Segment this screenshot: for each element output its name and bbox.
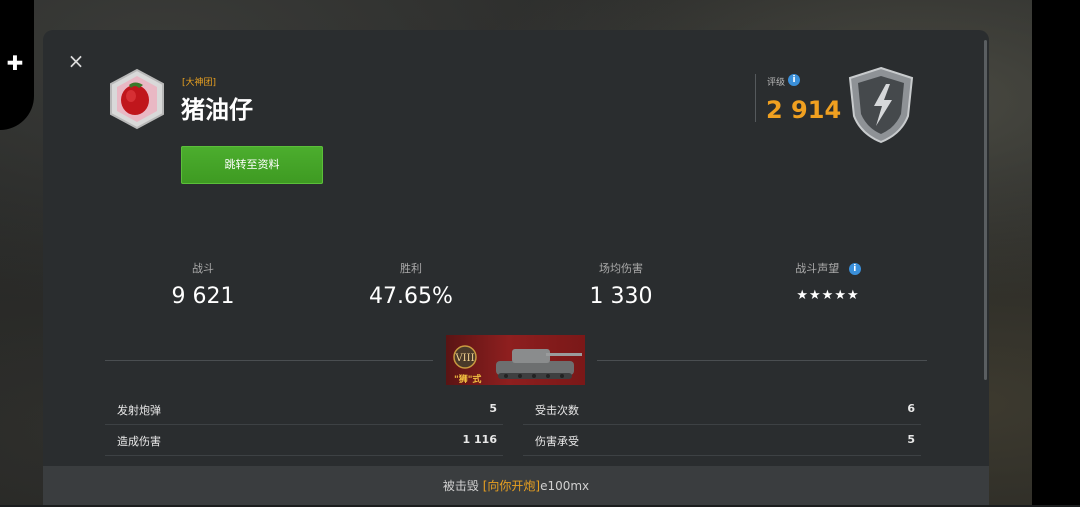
clan-tag: [大神团]: [182, 78, 217, 88]
reputation-stars: ★★★★★: [796, 288, 860, 303]
detail-value: 1 116: [462, 433, 497, 446]
rating-value: 2 914: [766, 96, 842, 124]
stat-value: 1 330: [589, 284, 653, 309]
detail-value: 5: [907, 433, 915, 446]
stat-label: 战斗声望: [795, 262, 840, 275]
rating-shield-badge-icon: [848, 66, 914, 144]
stat-battle-reputation: 战斗声望 i ★★★★★: [728, 260, 928, 303]
rating-info-icon[interactable]: i: [788, 74, 800, 86]
stats-summary: 战斗 9 621 胜利 47.65% 场均伤害 1 330 战斗声望 i ★★★…: [103, 260, 943, 320]
screen-edge: [1032, 0, 1080, 505]
footer-player: e100mx: [540, 479, 590, 493]
scrollbar[interactable]: [984, 40, 987, 380]
stat-victories: 胜利 47.65%: [311, 260, 511, 309]
tier-emblem-icon: VIII: [453, 345, 477, 369]
detail-row: 造成伤害 1 116: [105, 425, 503, 456]
divider: [105, 360, 433, 361]
stat-label: 战斗: [192, 262, 214, 275]
player-card-panel: × [大神团] 猪油仔 跳转至资料 评级 i 2 914 战斗 9 621 胜利…: [43, 30, 989, 505]
tank-image-icon: [496, 349, 582, 379]
footer-prefix: 被击毁: [442, 479, 479, 493]
detail-row: 受击次数 6: [523, 394, 921, 425]
rating-divider: [755, 74, 756, 122]
screen-notch: ✚: [0, 0, 34, 130]
detail-label: 受击次数: [535, 404, 579, 417]
detail-value: 5: [489, 402, 497, 415]
stat-label: 胜利: [400, 262, 422, 275]
stat-label-row: 战斗声望 i: [728, 260, 928, 276]
detail-label: 造成伤害: [117, 435, 161, 448]
detail-row: 伤害承受 5: [523, 425, 921, 456]
close-icon[interactable]: ×: [65, 50, 87, 72]
tank-tier: VIII: [454, 353, 474, 364]
detail-label: 发射炮弹: [117, 404, 161, 417]
detail-row: 发射炮弹 5: [105, 394, 503, 425]
reputation-info-icon[interactable]: i: [848, 263, 861, 275]
stat-value: 47.65%: [369, 284, 453, 309]
clan-logo-icon: [110, 68, 164, 130]
rating-label: 评级: [767, 78, 786, 88]
kill-info-footer: 被击毁 [向你开炮]e100mx: [43, 466, 989, 505]
player-name: 猪油仔: [181, 96, 253, 124]
go-to-profile-button[interactable]: 跳转至资料: [181, 146, 323, 184]
stat-value: 9 621: [171, 284, 235, 309]
puzzle-icon[interactable]: ✚: [4, 52, 26, 74]
detail-label: 伤害承受: [535, 435, 579, 448]
tank-card[interactable]: VIII "狮"式: [446, 335, 585, 385]
stat-battles: 战斗 9 621: [103, 260, 303, 309]
stat-avg-damage: 场均伤害 1 330: [521, 260, 721, 309]
stat-label: 场均伤害: [599, 262, 643, 275]
tank-name: "狮"式: [454, 375, 482, 385]
divider: [597, 360, 927, 361]
footer-clan-tag: [向你开炮]: [482, 479, 541, 493]
detail-value: 6: [907, 402, 915, 415]
